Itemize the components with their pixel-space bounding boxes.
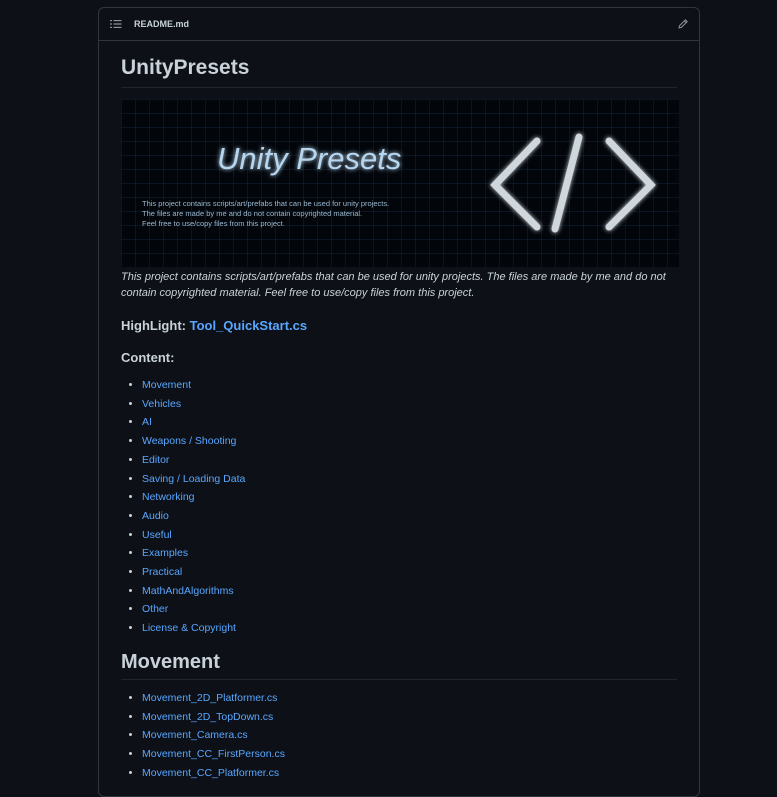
content-link-vehicles[interactable]: Vehicles <box>142 398 181 410</box>
content-link-editor[interactable]: Editor <box>142 454 169 466</box>
content-link-weapons[interactable]: Weapons / Shooting <box>142 435 236 447</box>
list-item: Movement_CC_Platformer.cs <box>142 764 677 783</box>
content-link-movement[interactable]: Movement <box>142 379 191 391</box>
list-item: Movement_2D_Platformer.cs <box>142 689 677 708</box>
movement-heading: Movement <box>121 651 677 680</box>
content-link-useful[interactable]: Useful <box>142 529 172 541</box>
highlight: HighLight: Tool_QuickStart.cs <box>121 318 677 333</box>
page-title: UnityPresets <box>121 56 677 88</box>
list-item: Movement_Camera.cs <box>142 726 677 745</box>
highlight-link[interactable]: Tool_QuickStart.cs <box>190 318 308 333</box>
banner-line-3: Feel free to use/copy files from this pr… <box>142 219 285 228</box>
list-item: Saving / Loading Data <box>142 470 677 489</box>
list-item: Movement_2D_TopDown.cs <box>142 708 677 727</box>
content-link-examples[interactable]: Examples <box>142 547 188 559</box>
banner-line-1: This project contains scripts/art/prefab… <box>142 199 389 208</box>
readme-box: README.md UnityPresets Unity Presets Thi… <box>98 7 700 797</box>
list-item: MathAndAlgorithms <box>142 582 677 601</box>
movement-link-cc-firstperson[interactable]: Movement_CC_FirstPerson.cs <box>142 748 285 760</box>
content-heading: Content: <box>121 350 175 365</box>
list-item: Useful <box>142 526 677 545</box>
list-item: Weapons / Shooting <box>142 432 677 451</box>
list-item: Editor <box>142 451 677 470</box>
list-item: Movement <box>142 376 677 395</box>
readme-header: README.md <box>99 8 699 41</box>
list-item: Other <box>142 600 677 619</box>
content-link-audio[interactable]: Audio <box>142 510 169 522</box>
code-brackets-icon <box>490 133 656 233</box>
content-link-license[interactable]: License & Copyright <box>142 622 236 634</box>
intro-text: This project contains scripts/art/prefab… <box>121 271 666 299</box>
content-link-practical[interactable]: Practical <box>142 566 182 578</box>
content-list: Movement Vehicles AI Weapons / Shooting … <box>121 376 677 638</box>
movement-link-camera[interactable]: Movement_Camera.cs <box>142 729 248 741</box>
banner-image: Unity Presets This project contains scri… <box>121 99 679 267</box>
list-item: Movement_CC_FirstPerson.cs <box>142 745 677 764</box>
movement-link-2d-topdown[interactable]: Movement_2D_TopDown.cs <box>142 711 273 723</box>
movement-link-cc-platformer[interactable]: Movement_CC_Platformer.cs <box>142 767 279 779</box>
list-item: Vehicles <box>142 395 677 414</box>
list-item: Audio <box>142 507 677 526</box>
content-link-saving[interactable]: Saving / Loading Data <box>142 473 245 485</box>
content-link-ai[interactable]: AI <box>142 416 152 428</box>
content-link-other[interactable]: Other <box>142 603 168 615</box>
list-item: License & Copyright <box>142 619 677 638</box>
banner-heading: Unity Presets <box>217 141 401 176</box>
list-item: Examples <box>142 544 677 563</box>
movement-link-2d-platformer[interactable]: Movement_2D_Platformer.cs <box>142 692 277 704</box>
highlight-label: HighLight: <box>121 318 186 333</box>
content-link-math[interactable]: MathAndAlgorithms <box>142 585 234 597</box>
list-icon[interactable] <box>110 19 122 29</box>
movement-list: Movement_2D_Platformer.cs Movement_2D_To… <box>121 689 677 783</box>
readme-filename: README.md <box>134 19 190 29</box>
list-item: Networking <box>142 488 677 507</box>
list-item: AI <box>142 413 677 432</box>
pencil-icon[interactable] <box>677 18 689 30</box>
list-item: Practical <box>142 563 677 582</box>
content-link-networking[interactable]: Networking <box>142 491 195 503</box>
banner-line-2: The files are made by me and do not cont… <box>142 209 362 218</box>
readme-content: UnityPresets Unity Presets This project … <box>99 56 699 782</box>
